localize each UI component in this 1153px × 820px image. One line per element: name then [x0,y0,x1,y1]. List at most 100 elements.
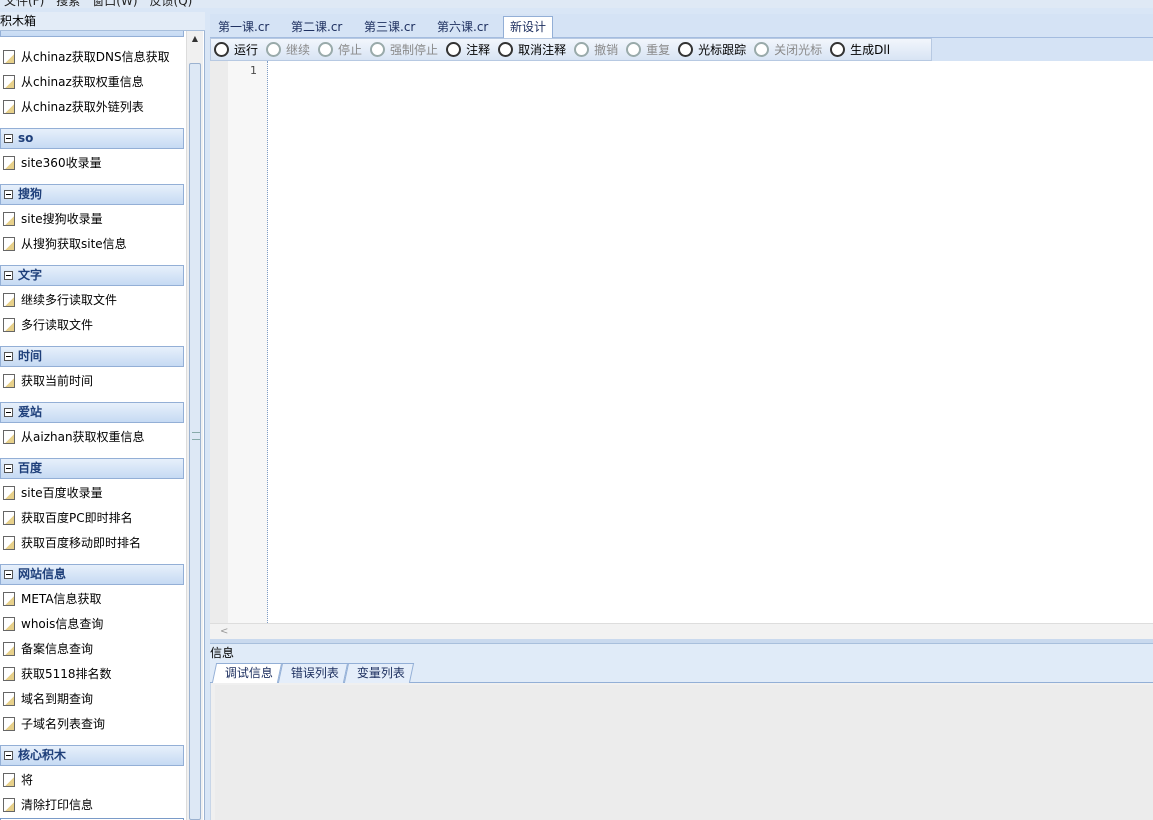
block-icon [3,430,15,444]
category-title: chinaz [18,31,61,33]
toolbox-item-label: 从搜狗获取site信息 [21,237,127,251]
code-editor[interactable]: 1 [210,61,1153,623]
toolbox-item[interactable]: 从chinaz获取权重信息 [0,70,184,94]
toolbox-item[interactable]: site360收录量 [0,151,184,175]
block-icon [3,75,15,89]
toolbar-button-label: 强制停止 [390,43,439,57]
category-title: 核心积木 [18,748,67,762]
toolbox-item[interactable]: 子域名列表查询 [0,712,184,736]
toolbar-button[interactable]: 撤销 [574,41,618,58]
toolbox-item[interactable]: site搜狗收录量 [0,207,184,231]
toolbox-item[interactable]: 从搜狗获取site信息 [0,232,184,256]
toolbox-item-label: META信息获取 [21,592,102,606]
info-panel-title: 信息 [210,643,1153,661]
category-header[interactable]: 网站信息 [0,564,184,585]
category-header[interactable]: 核心积木 [0,745,184,766]
toolbar-button[interactable]: 停止 [318,41,362,58]
category-header[interactable]: 爱站 [0,402,184,423]
document-tabs: 第一课.cr 第二课.cr 第三课.cr 第六课.cr 新设计 [210,14,1153,38]
block-icon [3,486,15,500]
toolbox-item[interactable]: 备案信息查询 [0,637,184,661]
category-header-chinaz[interactable]: chinaz [0,31,184,37]
collapse-icon [4,408,13,417]
line-gutter: 1 [210,61,268,623]
document-tab[interactable]: 第一课.cr [212,18,275,38]
scroll-up-icon[interactable]: ▲ [187,31,203,47]
document-tab[interactable]: 第三课.cr [358,18,421,38]
menu-item[interactable]: 文件(F) [4,0,44,8]
toolbox-item-label: site百度收录量 [21,486,103,500]
toolbox-item[interactable]: 从aizhan获取权重信息 [0,425,184,449]
menu-item[interactable]: 窗口(W) [92,0,137,8]
document-tab[interactable]: 第六课.cr [431,18,494,38]
info-panel-content [210,683,1153,820]
menu-item[interactable]: 反馈(Q) [150,0,193,8]
editor-horizontal-scrollbar[interactable]: < [210,623,1153,639]
block-icon [3,536,15,550]
debug-output-area[interactable] [215,685,1153,820]
document-tab[interactable]: 新设计 [503,16,554,38]
toolbox-item[interactable]: 获取5118排名数 [0,662,184,686]
toolbox-item[interactable]: 获取当前时间 [0,369,184,393]
uncomment-icon [498,42,514,57]
toolbar-button[interactable]: 光标跟踪 [678,41,746,58]
toolbar-button[interactable]: 强制停止 [370,41,438,58]
block-icon [3,642,15,656]
collapse-icon [4,190,13,199]
category-header[interactable]: 搜狗 [0,184,184,205]
toolbox-scrollbar[interactable]: ▲ [186,31,203,820]
toolbox-item[interactable]: 获取百度PC即时排名 [0,506,184,530]
toolbox-item[interactable]: 清除打印信息 [0,793,184,817]
toolbox-item[interactable]: 从chinaz获取外链列表 [0,95,184,119]
menu-item[interactable]: 搜索 [56,0,80,8]
toolbox-item-label: 子域名列表查询 [21,717,106,731]
toolbar-button[interactable]: 关闭光标 [754,41,822,58]
toolbox-item[interactable]: site百度收录量 [0,481,184,505]
collapse-icon [4,352,13,361]
block-icon [3,773,15,787]
toolbar-button[interactable]: 重复 [626,41,670,58]
toolbox-item-label: 清除打印信息 [21,798,94,812]
toolbox-item[interactable]: whois信息查询 [0,612,184,636]
category-title: 时间 [18,349,43,363]
scrollbar-thumb[interactable] [189,63,201,820]
toolbar-button[interactable]: 注释 [446,41,490,58]
toolbox-item[interactable]: 继续多行读取文件 [0,288,184,312]
collapse-icon [4,464,13,473]
document-tab[interactable]: 第二课.cr [285,18,348,38]
redo-icon [626,42,642,57]
block-icon [3,592,15,606]
category-header[interactable]: 文字 [0,265,184,286]
toolbar-button[interactable]: 继续 [266,41,310,58]
info-tab[interactable]: 错误列表 [277,663,349,683]
info-tabs: 调试信息 错误列表 变量列表 [210,661,1153,683]
toolbox-item[interactable]: 多行读取文件 [0,313,184,337]
block-icon [3,156,15,170]
toolbox-item[interactable]: 从chinaz获取DNS信息获取 [0,45,184,69]
toolbox-item-label: 从aizhan获取权重信息 [21,430,145,444]
toolbox-item-label: whois信息查询 [21,617,104,631]
toolbar-filler [932,38,1153,61]
toolbar-button-label: 关闭光标 [774,43,823,57]
toolbar-button[interactable]: 生成Dll [830,41,890,58]
scroll-left-icon[interactable]: < [220,624,228,640]
block-icon [3,617,15,631]
continue-icon [266,42,282,57]
toolbox-item-label: 继续多行读取文件 [21,293,118,307]
toolbar-button-label: 注释 [466,43,491,57]
toolbox-item[interactable]: META信息获取 [0,587,184,611]
gutter-margin [210,61,228,623]
block-icon [3,50,15,64]
info-tab[interactable]: 变量列表 [343,663,415,683]
toolbar-button[interactable]: 运行 [214,41,258,58]
category-header[interactable]: 时间 [0,346,184,367]
category-header[interactable]: 百度 [0,458,184,479]
info-tab[interactable]: 调试信息 [211,663,283,683]
toolbox-item[interactable]: 将 [0,768,184,792]
cursor-track-icon [678,42,694,57]
build-dll-icon [830,42,846,57]
toolbar-button[interactable]: 取消注释 [498,41,566,58]
category-header[interactable]: so [0,128,184,149]
toolbox-item[interactable]: 获取百度移动即时排名 [0,531,184,555]
toolbox-item[interactable]: 域名到期查询 [0,687,184,711]
